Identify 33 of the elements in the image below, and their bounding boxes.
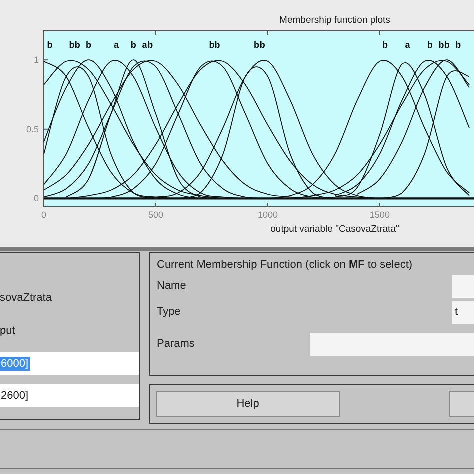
curve-label: b [47, 40, 53, 50]
field-label: Name [157, 280, 186, 292]
curve-label: b [427, 40, 433, 50]
tick-label: 500 [148, 210, 164, 220]
curve-label: a [405, 40, 410, 50]
field-label: Type [157, 306, 181, 318]
axis-label: output variable "CasovaZtrata" [270, 224, 400, 235]
tick-label: 1000 [258, 210, 278, 220]
curve-label: b [209, 40, 215, 50]
curve-label: b [260, 40, 266, 50]
tick-label: 1500 [370, 210, 390, 220]
curve-label: b [254, 40, 260, 50]
chart-title: Membership function plots [280, 15, 390, 26]
curve-label: a [114, 40, 120, 50]
field-label: Params [157, 338, 195, 350]
curve-label: b [86, 40, 92, 50]
curve-label: b [214, 40, 220, 50]
curve-label: b [148, 40, 154, 50]
variable-type: put [0, 324, 16, 338]
tick-label: 0.5 [26, 124, 39, 134]
curve-label: b [74, 40, 80, 50]
curve-label: b [444, 40, 450, 50]
tick-label: 0 [34, 194, 39, 204]
curve-label: b [438, 40, 444, 50]
curve-label: b [382, 40, 388, 50]
variable-name: sovaZtrata [0, 291, 53, 305]
curve-label: b [130, 40, 136, 50]
tick-label: 0 [42, 210, 46, 220]
curve-label: a [142, 40, 148, 50]
tick-label: 1 [34, 55, 39, 66]
curve-label: b [456, 40, 462, 50]
curve-label: b [69, 40, 75, 50]
panel-title: Current Membership Function (click on MF to select) [157, 258, 414, 272]
